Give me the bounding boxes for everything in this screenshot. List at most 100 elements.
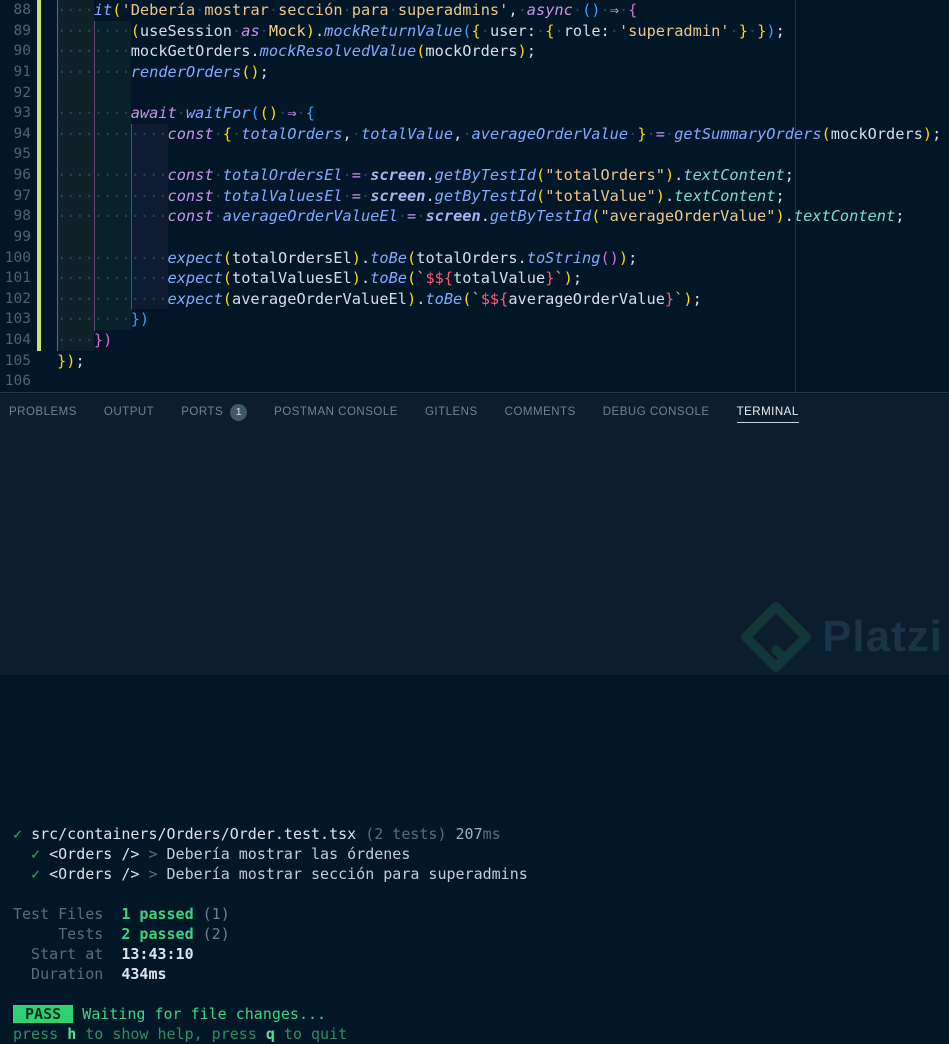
- code-token: ;: [895, 207, 905, 226]
- code-line[interactable]: 105});: [0, 351, 949, 372]
- panel-tab-label: DEBUG CONSOLE: [602, 406, 710, 418]
- panel-tab-gitlens[interactable]: GITLENS: [425, 402, 478, 422]
- terminal-line: Start at 13:43:10: [13, 944, 943, 964]
- code-token: (: [600, 248, 610, 267]
- panel-tab-terminal[interactable]: TERMINAL: [736, 402, 799, 423]
- code-line[interactable]: 91 ········renderOrders();: [0, 61, 949, 83]
- code-token: ·: [342, 186, 352, 205]
- code-token: ): [517, 42, 527, 61]
- indent-whitespace-dots: ····: [57, 1, 94, 19]
- line-number: 91: [13, 63, 31, 80]
- code-token: .: [360, 269, 371, 288]
- code-token: $${: [425, 269, 454, 288]
- terminal-line: Test Files 1 passed (1): [13, 904, 943, 924]
- code-token: para: [351, 1, 389, 19]
- indent-rainbow-tint: [93, 226, 131, 248]
- indent-whitespace-dots: ····: [57, 331, 94, 349]
- code-token: ·: [342, 166, 352, 184]
- code-token: const: [167, 207, 214, 226]
- code-token: ⇒: [609, 1, 619, 19]
- code-token: ): [775, 207, 785, 226]
- code-text: ············expect(averageOrderValueEl).…: [57, 289, 702, 310]
- terminal-output[interactable]: ✓ src/containers/Orders/Order.test.tsx (…: [13, 824, 943, 1044]
- git-added-indicator: [37, 41, 41, 62]
- code-text: ············const·{·totalOrders,·totalVa…: [57, 124, 941, 145]
- code-line[interactable]: 89 ········(useSession·as·Mock).mockRetur…: [0, 20, 949, 42]
- code-token: ;: [526, 42, 536, 61]
- code-token: ·: [618, 1, 629, 19]
- code-token: async: [526, 1, 573, 19]
- terminal-text: <Orders />: [49, 865, 140, 883]
- code-line[interactable]: 92: [0, 82, 949, 104]
- column-ruler: [795, 0, 796, 392]
- code-line[interactable]: 106: [0, 371, 949, 392]
- line-number: 105: [4, 352, 31, 369]
- code-line[interactable]: 96 ············const·totalOrdersEl·=·scre…: [0, 165, 949, 186]
- code-line[interactable]: 98 ············const·averageOrderValueEl·…: [0, 206, 949, 227]
- code-token: ;: [628, 248, 638, 267]
- terminal-line: press h to show help, press q to quit: [13, 1024, 943, 1044]
- code-token: ·: [517, 1, 527, 19]
- code-token: ·: [747, 21, 758, 40]
- code-editor[interactable]: 88 ····it('Debería·mostrar·sección·para·s…: [0, 0, 949, 393]
- terminal-text: Debería mostrar las órdenes: [166, 845, 411, 863]
- code-token: (: [462, 21, 472, 40]
- line-number: 99: [13, 228, 31, 245]
- indent-rainbow-tint: [130, 144, 168, 165]
- panel-tab-postman-console[interactable]: POSTMAN CONSOLE: [274, 402, 398, 422]
- line-number: 95: [13, 146, 31, 163]
- panel-tab-problems[interactable]: PROBLEMS: [9, 402, 77, 422]
- terminal-line: Tests 2 passed (2): [13, 924, 943, 944]
- code-line[interactable]: 102 ············expect(averageOrderValueE…: [0, 288, 949, 310]
- line-number: 89: [13, 22, 31, 39]
- code-line[interactable]: 99: [0, 226, 949, 248]
- code-token: ;: [692, 289, 702, 308]
- code-text: ········await·waitFor(()·⇒·{: [57, 103, 315, 124]
- code-line[interactable]: 95: [0, 144, 949, 165]
- panel-tab-comments[interactable]: COMMENTS: [505, 402, 576, 422]
- code-token: toBe: [370, 269, 408, 288]
- panel-tab-output[interactable]: OUTPUT: [104, 402, 154, 422]
- code-token: ·: [554, 21, 564, 40]
- git-added-indicator: [37, 309, 41, 330]
- code-line[interactable]: 88 ····it('Debería·mostrar·sección·para·s…: [0, 0, 949, 21]
- code-line[interactable]: 100 ············expect(totalOrdersEl).toB…: [0, 247, 949, 269]
- code-token: ·: [259, 21, 269, 40]
- line-number: 101: [4, 270, 31, 287]
- code-token: ): [683, 289, 693, 308]
- panel-tab-debug-console[interactable]: DEBUG CONSOLE: [603, 402, 710, 422]
- code-line[interactable]: 90 ········mockGetOrders.mockResolvedValu…: [0, 41, 949, 62]
- code-token: "totalOrders": [545, 166, 665, 184]
- code-token: ;: [75, 351, 85, 370]
- code-line[interactable]: 104 ····}): [0, 330, 949, 351]
- code-line[interactable]: 93 ········await·waitFor(()·⇒·{: [0, 103, 949, 124]
- line-number: 90: [13, 43, 31, 60]
- terminal-text: 2 passed: [121, 925, 194, 943]
- code-line[interactable]: 97 ············const·totalValuesEl·=·scre…: [0, 185, 949, 207]
- code-token: ·: [176, 104, 186, 123]
- indent-whitespace-dots: ············: [57, 166, 168, 184]
- line-number: 100: [4, 249, 31, 266]
- code-token: totalOrdersEl: [232, 248, 352, 267]
- line-number: 103: [4, 311, 31, 328]
- code-token: }: [757, 21, 767, 40]
- terminal-line: PASS Waiting for file changes...: [13, 1004, 943, 1024]
- code-line[interactable]: 101 ············expect(totalValuesEl).toB…: [0, 268, 949, 289]
- code-token: ): [250, 62, 260, 81]
- code-token: averageOrderValueEl: [232, 289, 407, 308]
- code-token: ): [766, 21, 776, 40]
- line-number: 104: [4, 332, 31, 348]
- panel-tab-ports[interactable]: PORTS 1: [181, 400, 248, 425]
- code-line[interactable]: 103 ········}): [0, 309, 949, 330]
- code-text: ········(useSession·as·Mock).mockReturnV…: [57, 21, 785, 42]
- line-number: 93: [13, 105, 31, 122]
- code-token: {: [305, 104, 315, 123]
- code-token: {: [471, 21, 481, 40]
- code-line[interactable]: 94 ············const·{·totalOrders,·total…: [0, 123, 949, 145]
- terminal-text: h: [67, 1025, 77, 1043]
- code-token: (: [250, 104, 260, 123]
- code-token: renderOrders: [130, 62, 242, 81]
- code-token: ·: [213, 166, 223, 184]
- terminal-text: Waiting for file changes...: [82, 1005, 327, 1023]
